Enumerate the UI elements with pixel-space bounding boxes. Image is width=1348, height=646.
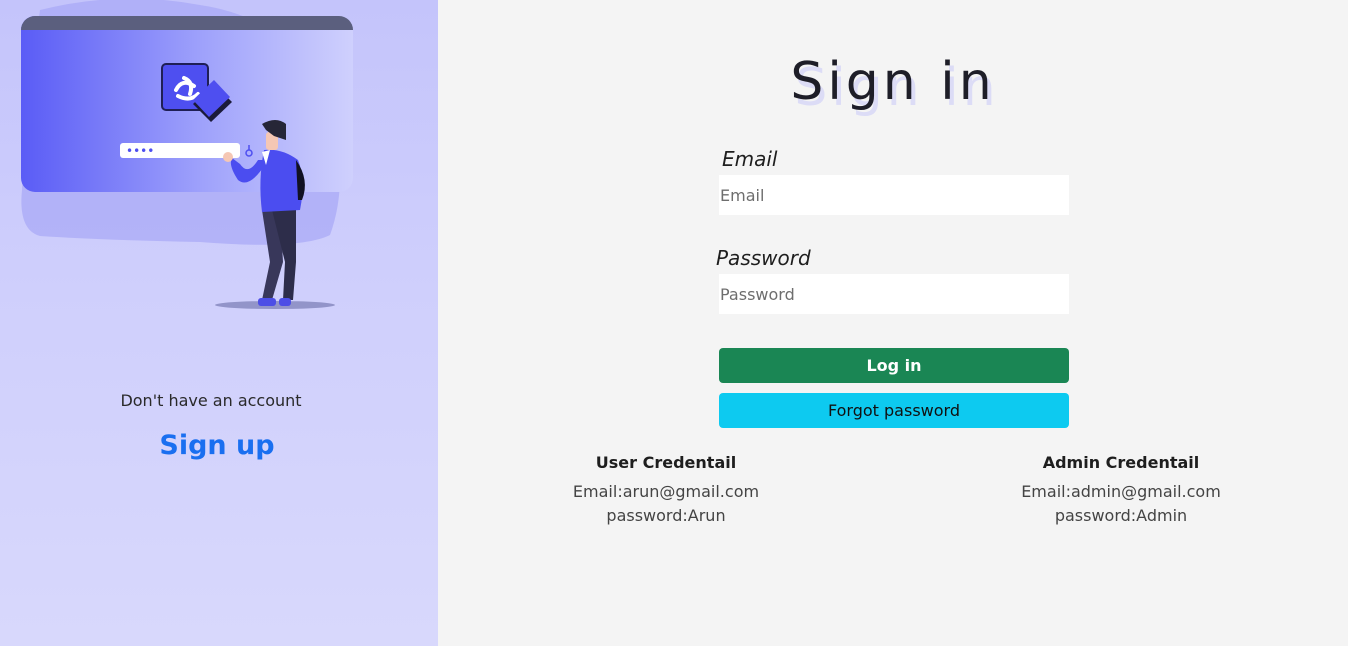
user-credential-heading: User Credentail bbox=[595, 453, 737, 472]
user-credential-password: password:Arun bbox=[606, 506, 726, 525]
admin-credential-heading: Admin Credentail bbox=[1042, 453, 1200, 472]
email-input[interactable] bbox=[719, 175, 1069, 215]
login-button[interactable]: Log in bbox=[719, 348, 1069, 383]
no-account-text: Don't have an account bbox=[120, 391, 302, 410]
password-dots: •••• bbox=[126, 144, 154, 158]
login-illustration: •••• bbox=[21, 0, 353, 309]
user-credential-block: User Credentail Email:arun@gmail.com pas… bbox=[516, 453, 816, 528]
password-input[interactable] bbox=[719, 274, 1069, 314]
forgot-password-button[interactable]: Forgot password bbox=[719, 393, 1069, 428]
user-credential-email: Email:arun@gmail.com bbox=[572, 482, 760, 501]
admin-credential-block: Admin Credentail Email:admin@gmail.com p… bbox=[971, 453, 1271, 528]
admin-credential-email: Email:admin@gmail.com bbox=[1021, 482, 1221, 501]
page-title: Sign in bbox=[790, 52, 996, 112]
signup-link[interactable]: Sign up bbox=[0, 430, 434, 461]
admin-credential-password: password:Admin bbox=[1054, 506, 1188, 525]
left-panel: •••• Don't have an account Sign up bbox=[0, 0, 438, 646]
email-label: Email bbox=[722, 147, 778, 171]
password-label: Password bbox=[716, 246, 811, 270]
